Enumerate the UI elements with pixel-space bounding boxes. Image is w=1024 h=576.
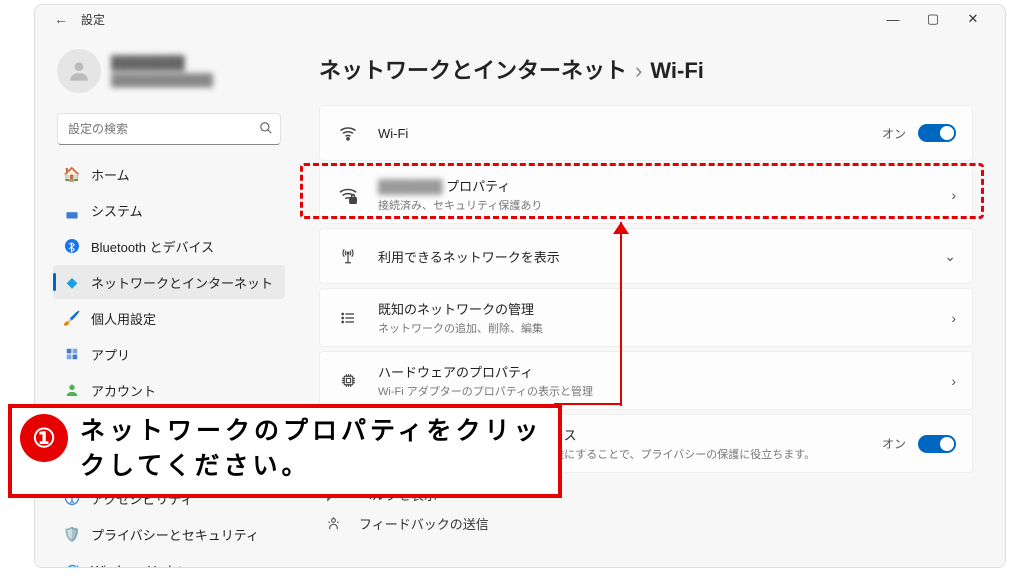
link-feedback[interactable]: フィードバックの送信 [323, 514, 973, 533]
search-icon [259, 121, 273, 138]
app-title: 設定 [81, 11, 105, 28]
wifi-toggle[interactable] [918, 124, 956, 142]
toggle-label: オン [882, 435, 906, 452]
system-icon: ▃ [63, 201, 81, 219]
card-title: 既知のネットワークの管理 [378, 299, 951, 318]
card-wifi-properties[interactable]: ███████ プロパティ接続済み、セキュリティ保護あり › [319, 165, 973, 224]
nav: 🏠 ホーム ▃ システム Bluetooth とデバイス ◆ ネットワークとインターネ… [53, 157, 285, 568]
chevron-down-icon: ⌄ [944, 248, 956, 265]
brush-icon: 🖌️ [63, 309, 81, 327]
callout-number: ① [20, 414, 68, 462]
antenna-icon [336, 247, 360, 265]
chevron-right-icon: › [951, 310, 956, 326]
feedback-icon [323, 516, 343, 531]
minimize-button[interactable]: — [873, 5, 913, 33]
user-block[interactable]: ████████ ████████████ [53, 41, 285, 109]
sidebar-item-accounts[interactable]: アカウント [53, 373, 285, 407]
network-icon: ◆ [63, 273, 81, 291]
search-input[interactable] [57, 113, 281, 145]
card-title: Wi-Fi [378, 126, 882, 141]
card-available-networks[interactable]: 利用できるネットワークを表示 ⌄ [319, 228, 973, 284]
card-known-networks[interactable]: 既知のネットワークの管理ネットワークの追加、削除、編集 › [319, 288, 973, 347]
sidebar-item-bluetooth[interactable]: Bluetooth とデバイス [53, 229, 285, 263]
chevron-right-icon: › [951, 187, 956, 203]
sidebar-item-label: Windows Update [91, 563, 189, 569]
card-subtitle: Wi-Fi アダプターのプロパティの表示と管理 [378, 383, 951, 399]
maximize-button[interactable]: ▢ [913, 5, 953, 33]
titlebar: ← 設定 — ▢ ✕ [35, 5, 1005, 33]
breadcrumb-parent[interactable]: ネットワークとインターネット [319, 58, 627, 83]
shield-icon: 🛡️ [63, 525, 81, 543]
annotation-arrow [554, 403, 622, 405]
card-subtitle: ネットワークの追加、削除、編集 [378, 320, 951, 336]
card-title: 利用できるネットワークを表示 [378, 247, 944, 266]
random-mac-toggle[interactable] [918, 435, 956, 453]
sidebar-item-label: ホーム [91, 165, 130, 184]
card-title: ハードウェアのプロパティ [378, 362, 951, 381]
callout-text: ネットワークのプロパティをクリックしてください。 [80, 414, 546, 484]
annotation-callout: ① ネットワークのプロパティをクリックしてください。 [8, 404, 562, 498]
card-wifi-toggle[interactable]: Wi-Fi オン [319, 105, 973, 161]
sidebar-item-label: システム [91, 201, 143, 220]
sidebar-item-apps[interactable]: アプリ [53, 337, 285, 371]
sidebar-item-home[interactable]: 🏠 ホーム [53, 157, 285, 191]
sidebar-item-label: アプリ [91, 345, 130, 364]
wifi-lock-icon [336, 184, 360, 206]
back-button[interactable]: ← [47, 11, 75, 27]
sidebar-item-label: ネットワークとインターネット [91, 273, 273, 292]
card-hardware-properties[interactable]: ハードウェアのプロパティ Wi-Fi アダプターのプロパティの表示と管理 › [319, 351, 973, 410]
annotation-arrow [620, 222, 622, 406]
user-info: ████████ ████████████ [111, 54, 213, 89]
sidebar-item-personalization[interactable]: 🖌️ 個人用設定 [53, 301, 285, 335]
sidebar-item-system[interactable]: ▃ システム [53, 193, 285, 227]
breadcrumb: ネットワークとインターネット › Wi-Fi [319, 53, 973, 85]
toggle-label: オン [882, 125, 906, 142]
chip-icon [336, 372, 360, 389]
close-button[interactable]: ✕ [953, 5, 993, 33]
sidebar-item-label: プライバシーとセキュリティ [91, 525, 259, 544]
breadcrumb-current: Wi-Fi [650, 58, 704, 83]
chevron-right-icon: › [951, 373, 956, 389]
sidebar-item-label: アカウント [91, 381, 156, 400]
account-icon [63, 381, 81, 399]
sidebar-item-network[interactable]: ◆ ネットワークとインターネット [53, 265, 285, 299]
annotation-arrow-head [613, 222, 629, 234]
sidebar-item-label: Bluetooth とデバイス [91, 237, 214, 256]
home-icon: 🏠 [63, 165, 81, 183]
wifi-icon [336, 123, 360, 143]
update-icon [63, 561, 81, 568]
list-icon [336, 310, 360, 326]
search-box[interactable] [57, 113, 281, 145]
sidebar-item-privacy[interactable]: 🛡️ プライバシーとセキュリティ [53, 517, 285, 551]
link-label: フィードバックの送信 [359, 514, 489, 533]
chevron-right-icon: › [635, 58, 642, 83]
sidebar-item-label: 個人用設定 [91, 309, 156, 328]
card-title: ███████ プロパティ [378, 176, 951, 195]
card-subtitle: 接続済み、セキュリティ保護あり [378, 197, 951, 213]
bluetooth-icon [63, 237, 81, 255]
sidebar-item-update[interactable]: Windows Update [53, 553, 285, 568]
apps-icon [63, 345, 81, 363]
avatar [57, 49, 101, 93]
